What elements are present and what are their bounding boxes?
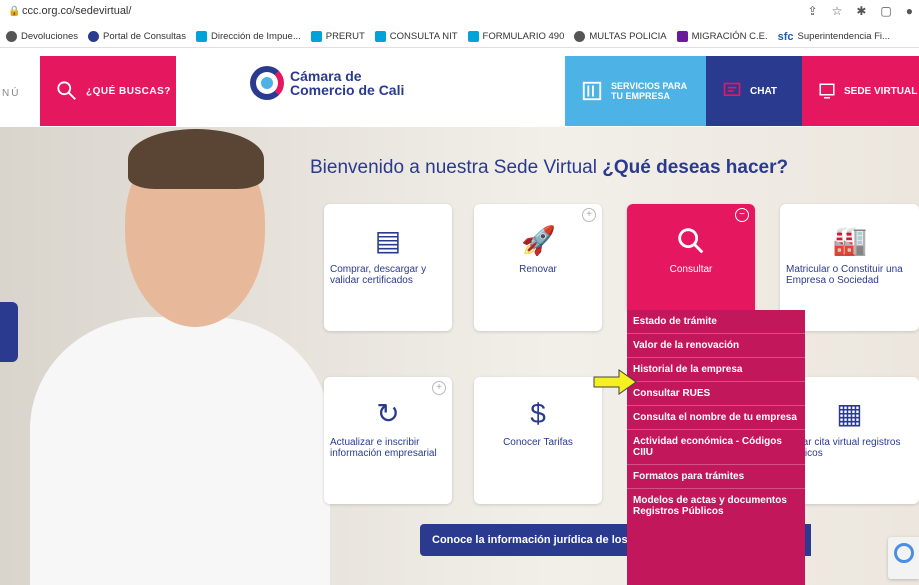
document-icon: ▤ [374, 225, 402, 256]
menu-item-formatos[interactable]: Formatos para trámites [627, 465, 805, 489]
search-icon [57, 81, 76, 100]
card-label: Conocer Tarifas [503, 437, 573, 448]
extensions-icon[interactable]: ✱ [856, 4, 866, 18]
bookmark-devoluciones[interactable]: Devoluciones [6, 31, 78, 42]
yellow-arrow-icon [593, 369, 637, 395]
lock-icon: 🔒 [8, 6, 21, 17]
expand-icon[interactable]: + [432, 381, 446, 395]
url-text[interactable]: ccc.org.co/sedevirtual/ [22, 5, 131, 17]
sfc-icon: sfc [777, 30, 794, 43]
search-button[interactable]: ¿QUÉ BUSCAS? [40, 56, 176, 126]
monitor-icon [819, 83, 835, 99]
card-certificados[interactable]: ▤ Comprar, descargar y validar certifica… [324, 204, 452, 331]
sede-label: SEDE VIRTUAL [844, 85, 918, 97]
share-icon[interactable]: ⇪ [808, 4, 818, 18]
dollar-icon: $ [530, 398, 546, 429]
browser-tools: ⇪ ☆ ✱ ▢ ● [808, 4, 913, 18]
search-icon [674, 224, 708, 258]
recaptcha-badge[interactable] [888, 537, 919, 579]
dian-icon [374, 31, 386, 42]
bookmark-prerut[interactable]: PRERUT [310, 31, 365, 42]
rocket-icon: 🚀 [521, 225, 556, 256]
bookmark-consulta-nit[interactable]: CONSULTA NIT [374, 31, 458, 42]
chat-icon [723, 82, 741, 96]
card-label: Renovar [519, 264, 557, 275]
menu-item-valor-renovacion[interactable]: Valor de la renovación [627, 334, 805, 358]
dian-icon [195, 31, 207, 42]
welcome-heading: Bienvenido a nuestra Sede Virtual ¿Qué d… [310, 157, 789, 178]
menu-item-modelos-actas[interactable]: Modelos de actas y documentos Registros … [627, 489, 805, 523]
card-label: Comprar, descargar y validar certificado… [330, 264, 427, 286]
expand-icon[interactable]: + [582, 208, 596, 222]
sede-virtual-button[interactable]: SEDE VIRTUAL [802, 56, 919, 126]
menu-item-historial-empresa[interactable]: Historial de la empresa [627, 358, 805, 382]
logo[interactable]: Cámara de Comercio de Cali [250, 66, 404, 100]
hero: Bienvenido a nuestra Sede Virtual ¿Qué d… [0, 127, 919, 585]
address-bar[interactable]: 🔒 ccc.org.co/sedevirtual/ ⇪ ☆ ✱ ▢ ● [0, 0, 919, 27]
calendar-icon: ▦ [836, 398, 863, 429]
profile-icon[interactable]: ● [906, 4, 913, 18]
bookmarks-bar: Devoluciones Portal de Consultas Direcci… [0, 26, 919, 48]
migracion-icon [676, 31, 688, 42]
hero-person-image [30, 127, 330, 585]
menu-item-codigos-ciiu[interactable]: Actividad económica - Códigos CIIU [627, 430, 805, 465]
bookmark-formulario-490[interactable]: FORMULARIO 490 [467, 31, 564, 42]
consultar-dropdown: Estado de trámite Valor de la renovación… [627, 310, 805, 585]
window-icon[interactable]: ▢ [880, 4, 891, 18]
building-icon [582, 81, 602, 101]
search-label: ¿QUÉ BUSCAS? [86, 85, 171, 97]
user-refresh-icon: ↻ [376, 398, 400, 429]
card-label: Actualizar e inscribir información empre… [330, 437, 437, 459]
menu-item-estado-tramite[interactable]: Estado de trámite [627, 310, 805, 334]
card-consultar[interactable]: − Consultar [627, 204, 755, 310]
card-label: Matricular o Constituir una Empresa o So… [786, 264, 903, 286]
menu-item-nombre-empresa[interactable]: Consulta el nombre de tu empresa [627, 406, 805, 430]
recaptcha-icon [894, 543, 914, 563]
bookmark-direccion-impuestos[interactable]: Dirección de Impue... [195, 31, 301, 42]
logo-name: Cámara de Comercio de Cali [290, 68, 405, 98]
portal-icon [88, 31, 100, 42]
bookmark-superintendencia[interactable]: sfc Superintendencia Fi... [778, 31, 890, 43]
star-icon[interactable]: ☆ [832, 4, 843, 18]
factory-icon: 🏭 [832, 225, 868, 256]
side-tab[interactable] [0, 302, 18, 362]
card-renovar[interactable]: + 🚀 Renovar [474, 204, 602, 331]
juridica-banner[interactable]: Conoce la información jurídica de los [420, 524, 630, 556]
services-button[interactable]: SERVICIOS PARA TU EMPRESA [565, 56, 706, 126]
juridica-banner-end [805, 524, 811, 556]
chat-button[interactable]: CHAT [706, 56, 802, 126]
globe-icon [6, 31, 17, 42]
dian-icon [467, 31, 479, 42]
bookmark-portal-consultas[interactable]: Portal de Consultas [88, 31, 186, 42]
bookmark-migracion[interactable]: MIGRACIÓN C.E. [676, 31, 768, 42]
card-tarifas[interactable]: $ Conocer Tarifas [474, 377, 602, 504]
logo-mark-icon [250, 66, 284, 100]
card-actualizar[interactable]: + ↻ Actualizar e inscribir información e… [324, 377, 452, 504]
dian-icon [310, 31, 322, 42]
card-label: Consultar [669, 264, 713, 275]
menu-label[interactable]: NÚ [2, 88, 20, 99]
chat-label: CHAT [750, 85, 778, 97]
collapse-icon[interactable]: − [735, 208, 749, 222]
menu-item-consultar-rues[interactable]: Consultar RUES [627, 382, 805, 406]
globe-icon [574, 31, 586, 42]
bookmark-multas-policia[interactable]: MULTAS POLICIA [574, 31, 667, 42]
services-label: SERVICIOS PARA TU EMPRESA [611, 81, 688, 101]
card-label: endar cita virtual registros públicos [786, 437, 901, 459]
